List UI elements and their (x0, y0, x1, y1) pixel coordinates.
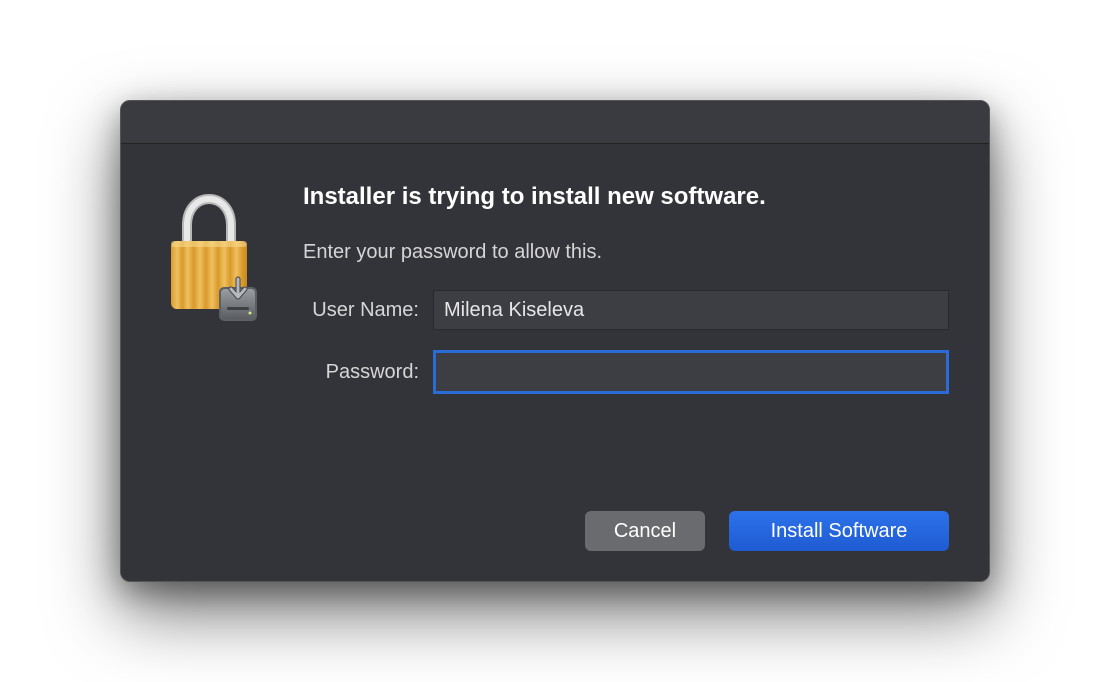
dialog-heading: Installer is trying to install new softw… (303, 183, 949, 211)
install-software-button[interactable]: Install Software (729, 511, 949, 551)
password-input[interactable] (433, 350, 949, 394)
cancel-button[interactable]: Cancel (585, 511, 705, 551)
password-row: Password: (303, 350, 949, 394)
dialog-buttons: Cancel Install Software (585, 511, 949, 551)
username-row: User Name: (303, 290, 949, 330)
dialog-subtext: Enter your password to allow this. (303, 241, 949, 264)
username-label: User Name: (303, 299, 433, 322)
auth-dialog: Installer is trying to install new softw… (120, 100, 990, 582)
dialog-icon-container (161, 183, 269, 551)
lock-with-drive-icon (161, 314, 269, 331)
password-label: Password: (303, 361, 433, 384)
username-input[interactable] (433, 290, 949, 330)
